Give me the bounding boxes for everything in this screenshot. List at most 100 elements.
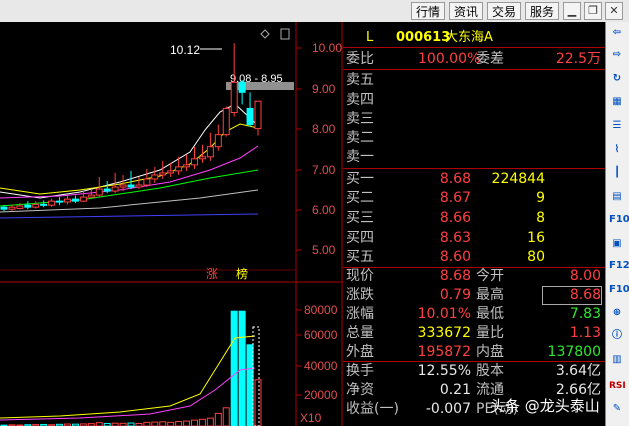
stock-code: 000613 bbox=[396, 30, 451, 45]
volume-bar bbox=[183, 420, 191, 426]
divider bbox=[343, 168, 605, 169]
stat-value: 10.01% bbox=[417, 306, 471, 322]
zoom-icon[interactable]: ⊕ bbox=[609, 306, 625, 320]
f10-icon[interactable]: F10 bbox=[609, 213, 629, 227]
candle-body bbox=[214, 134, 222, 148]
stat-label: 量比 bbox=[476, 325, 504, 341]
stat-label: 最低 bbox=[476, 306, 504, 322]
buy1-label: 买一 bbox=[346, 171, 374, 187]
candle-body bbox=[191, 158, 198, 166]
close-icon[interactable]: ✕ bbox=[605, 2, 623, 20]
stat-label: 涨幅 bbox=[346, 306, 374, 322]
f10-alt-icon[interactable]: F10 bbox=[609, 283, 629, 297]
stat-label: 今开 bbox=[476, 268, 504, 284]
ma60-line bbox=[0, 169, 259, 207]
volume-tick: 60000 bbox=[304, 328, 338, 342]
price-tick: 5.00 bbox=[312, 243, 336, 257]
volume-bar bbox=[222, 407, 230, 426]
candle-body bbox=[87, 194, 95, 198]
finance-label: 换手 bbox=[346, 363, 374, 379]
kline-icon[interactable]: ┃ bbox=[609, 166, 625, 180]
f12-icon[interactable]: F12 bbox=[609, 259, 629, 273]
volume-ma10-line bbox=[0, 367, 256, 421]
diamond-icon[interactable] bbox=[260, 29, 270, 39]
weicha-value: 22.5万 bbox=[555, 51, 601, 67]
sell3-label: 卖三 bbox=[346, 111, 374, 127]
candle-body bbox=[230, 81, 238, 113]
stat-value: 7.83 bbox=[569, 306, 601, 322]
finance-value: -0.007 bbox=[425, 401, 471, 417]
line-chart-icon[interactable]: ⌇ bbox=[609, 143, 625, 157]
candle-body bbox=[135, 184, 143, 188]
volume-bar bbox=[198, 418, 206, 426]
candle-body bbox=[111, 186, 119, 192]
tool-sidebar: ⇦ ⇨ ↻ ▦ ☰ ⌇ ┃ ▤ F10 ▣ F12 F10 ⊕ ⓘ ▥ RSI … bbox=[605, 22, 629, 426]
kline-chart[interactable]: 10.00 9.00 8.00 7.00 6.00 5.00 80000 600… bbox=[0, 22, 343, 426]
candle-body bbox=[222, 107, 230, 136]
trade-menu-button[interactable]: 交易 bbox=[487, 2, 521, 20]
refresh-icon[interactable]: ↻ bbox=[609, 72, 625, 86]
quote-menu-button[interactable]: 行情 bbox=[411, 2, 445, 20]
sell1-label: 卖一 bbox=[346, 149, 374, 165]
finance-value: 0.21 bbox=[439, 382, 471, 398]
ma250-line bbox=[0, 213, 259, 219]
candle-body bbox=[64, 198, 71, 203]
buy5-price: 8.60 bbox=[439, 249, 471, 265]
range-label: 9.08 - 8.95 bbox=[230, 73, 283, 85]
sell2-label: 卖二 bbox=[346, 130, 374, 146]
sell4-label: 卖四 bbox=[346, 92, 374, 108]
candle-body bbox=[56, 200, 64, 203]
rank-tag: 榜 bbox=[236, 266, 248, 281]
market-flag: L bbox=[366, 30, 374, 45]
weibi-value: 100.00% bbox=[418, 51, 481, 67]
candle-body bbox=[24, 204, 32, 208]
candle-body bbox=[48, 200, 56, 206]
candle-body bbox=[143, 178, 151, 186]
price-tick: 8.00 bbox=[312, 122, 336, 136]
ma5-line bbox=[0, 103, 259, 199]
stat-label: 涨跌 bbox=[346, 287, 374, 303]
volume-unit: X10 bbox=[300, 411, 322, 425]
grid-icon[interactable]: ▦ bbox=[609, 95, 625, 109]
buy3-volume: 8 bbox=[536, 210, 545, 226]
info-icon[interactable]: ⓘ bbox=[609, 329, 625, 343]
service-menu-button[interactable]: 服务 bbox=[525, 2, 559, 20]
minimize-icon[interactable]: ▁ bbox=[563, 2, 581, 20]
table-icon[interactable]: ▤ bbox=[609, 190, 625, 204]
candle-body bbox=[159, 172, 167, 176]
sell5-label: 卖五 bbox=[346, 72, 374, 88]
calendar-icon[interactable]: ▥ bbox=[609, 353, 625, 367]
restore-icon[interactable]: ❐ bbox=[584, 2, 602, 20]
candlestick-series bbox=[0, 43, 262, 212]
volume-bar bbox=[230, 310, 238, 426]
price-tick: 7.00 bbox=[312, 163, 336, 177]
divider bbox=[343, 361, 605, 362]
candle-body bbox=[198, 156, 206, 160]
watermark: 头条 @龙头泰山 bbox=[490, 397, 600, 415]
candle-body bbox=[183, 164, 191, 168]
finance-label: 收益(一) bbox=[346, 401, 399, 417]
rsi-icon[interactable]: RSI bbox=[609, 379, 626, 393]
candle-body bbox=[32, 203, 40, 208]
candle-body bbox=[127, 184, 135, 188]
volume-bar bbox=[246, 344, 254, 426]
candle-body bbox=[151, 174, 159, 180]
news-menu-button[interactable]: 资讯 bbox=[449, 2, 483, 20]
layout-icon[interactable]: ▣ bbox=[609, 237, 625, 251]
list-icon[interactable]: ☰ bbox=[609, 119, 625, 133]
price-tick: 6.00 bbox=[312, 203, 336, 217]
volume-tick: 80000 bbox=[304, 303, 338, 317]
forward-arrow-icon[interactable]: ⇨ bbox=[609, 48, 625, 62]
stat-value: 195872 bbox=[417, 344, 471, 360]
settings-icon[interactable]: ✎ bbox=[609, 402, 625, 416]
scroll-handle-icon[interactable] bbox=[280, 28, 290, 40]
volume-tick: 20000 bbox=[304, 388, 338, 402]
stat-value: 137800 bbox=[547, 344, 601, 360]
limit-up-tag: 涨 bbox=[206, 266, 218, 281]
stat-value: 8.68 bbox=[542, 286, 602, 305]
back-arrow-icon[interactable]: ⇦ bbox=[609, 26, 625, 40]
price-tick: 10.00 bbox=[312, 41, 342, 55]
volume-bar bbox=[159, 421, 167, 426]
stat-label: 现价 bbox=[346, 268, 374, 284]
candle-body bbox=[79, 196, 87, 202]
